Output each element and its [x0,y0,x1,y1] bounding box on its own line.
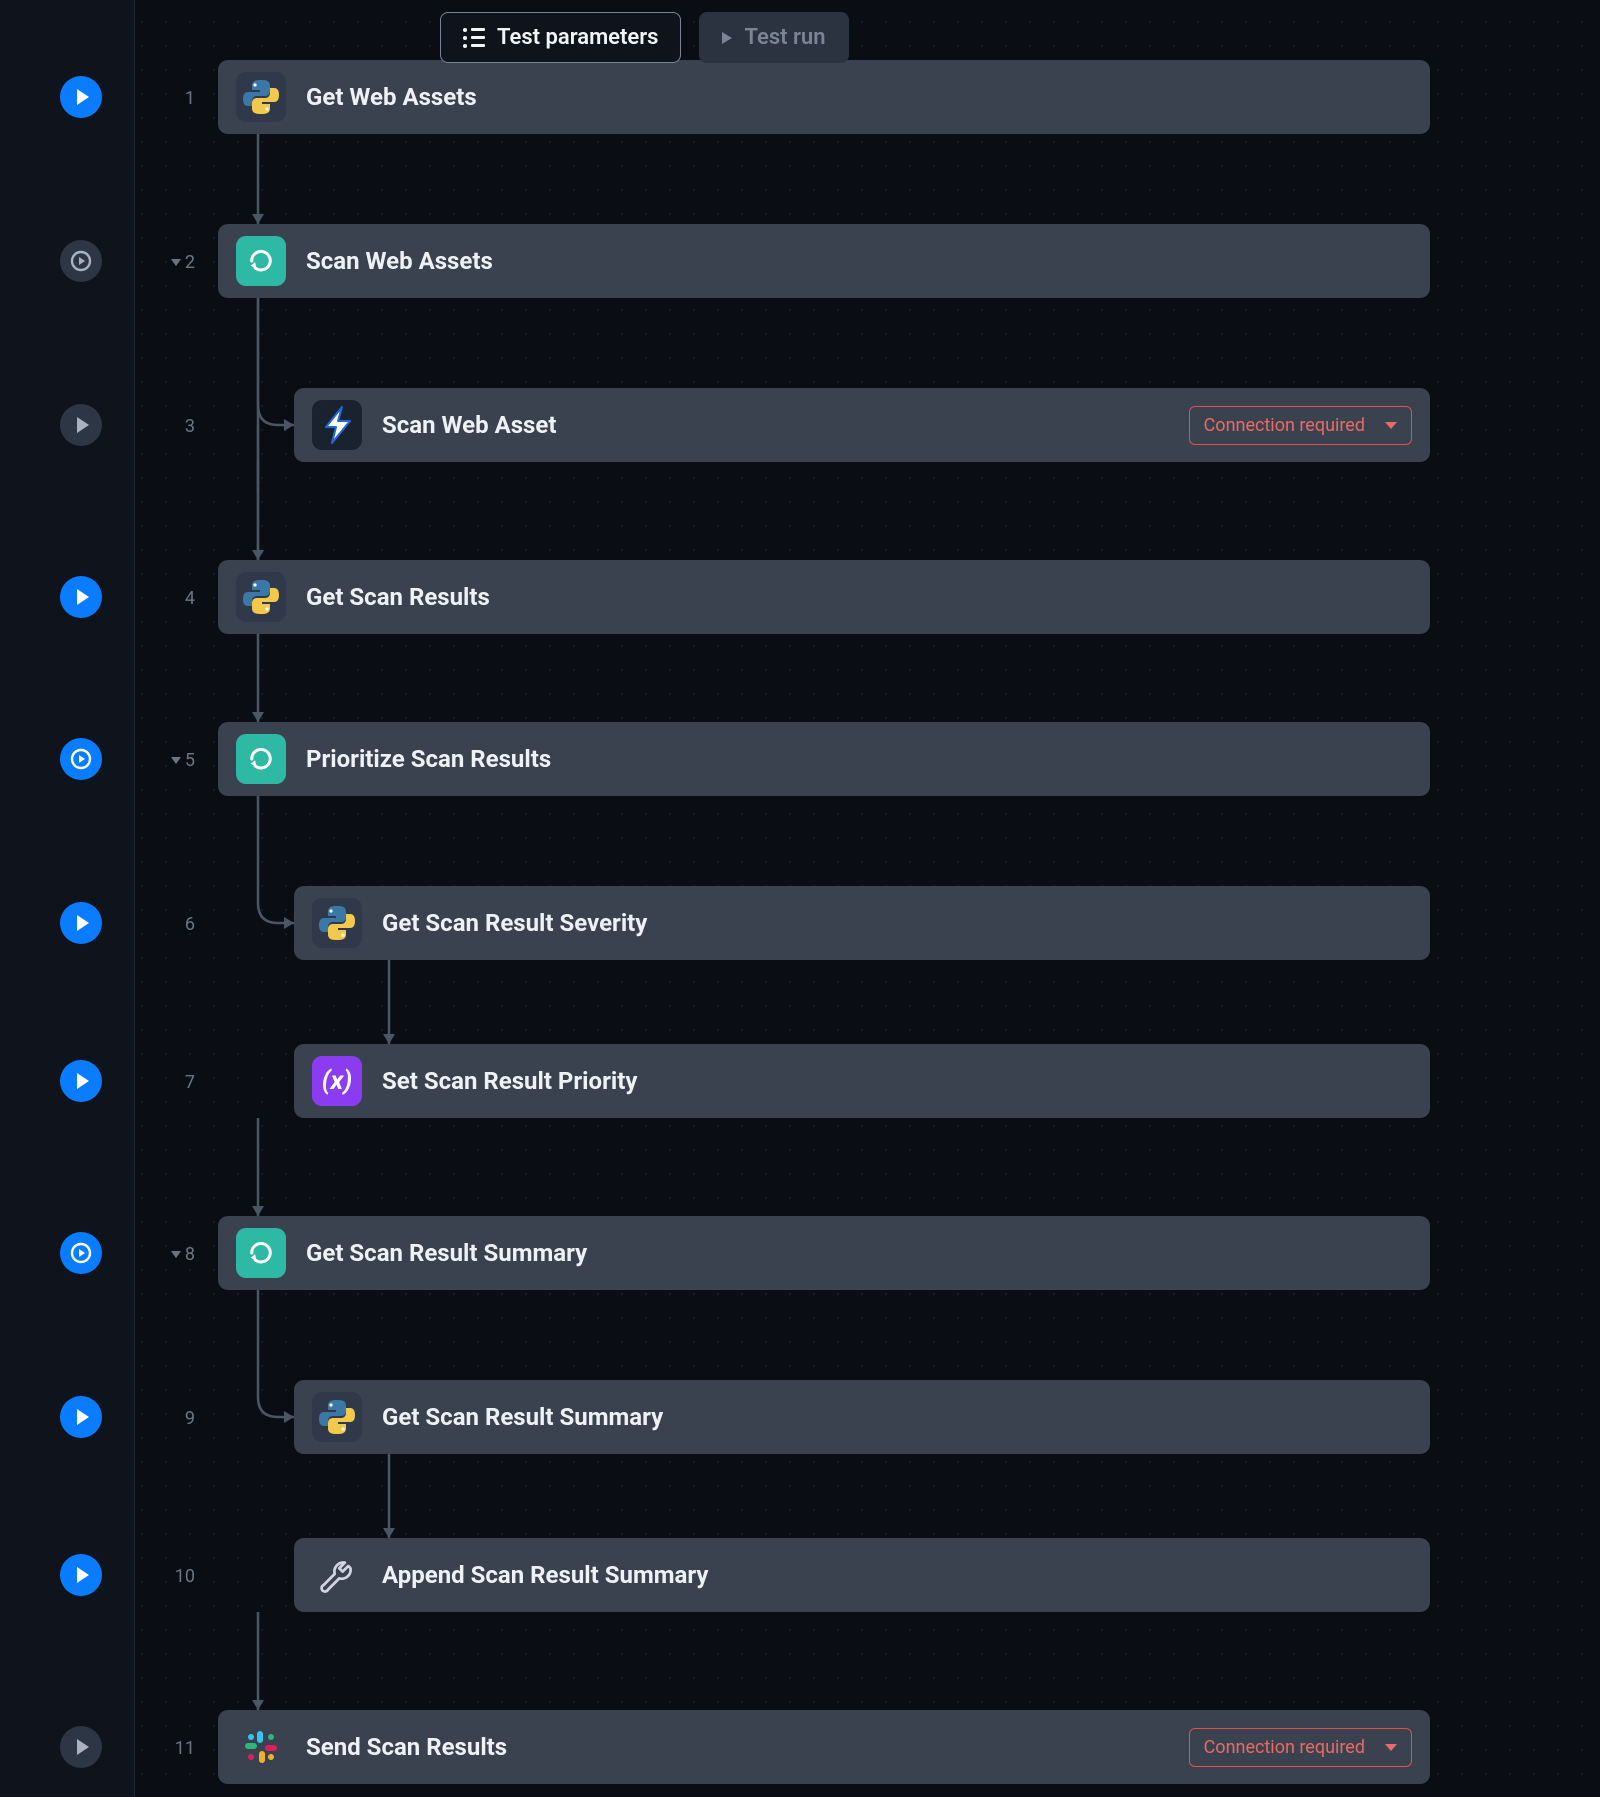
chevron-down-icon [1385,422,1397,429]
step-number: 7 [155,1072,195,1093]
chevron-down-icon [1385,1744,1397,1751]
workflow-step[interactable]: Get Scan Results [218,560,1430,634]
test-run-label: Test run [744,25,825,50]
run-step-button[interactable] [60,76,102,118]
collapse-caret-icon [171,1251,181,1258]
test-parameters-button[interactable]: Test parameters [440,12,681,63]
loop-icon [236,1228,286,1278]
run-loop-button[interactable] [60,240,102,282]
python-icon [312,898,362,948]
run-step-button[interactable] [60,1726,102,1768]
step-title: Prioritize Scan Results [306,745,1412,773]
workflow-step[interactable]: Get Scan Result Severity [294,886,1430,960]
step-title: Get Scan Result Summary [306,1239,1412,1267]
connection-required-badge[interactable]: Connection required [1189,406,1412,445]
workflow-step[interactable]: (x) Set Scan Result Priority [294,1044,1430,1118]
play-icon [77,89,89,105]
play-icon [77,589,89,605]
step-title: Scan Web Asset [382,411,1169,439]
toolbar: Test parameters Test run [440,12,849,63]
step-title: Get Web Assets [306,83,1412,111]
workflow-step[interactable]: Get Scan Result Summary [218,1216,1430,1290]
slack-icon [236,1722,286,1772]
step-number: 4 [155,588,195,609]
run-step-button[interactable] [60,1396,102,1438]
variable-icon: (x) [312,1056,362,1106]
workflow-step[interactable]: Scan Web Asset Connection required [294,388,1430,462]
play-icon [77,915,89,931]
collapse-caret-icon [171,259,181,266]
play-icon [77,1073,89,1089]
run-loop-button[interactable] [60,738,102,780]
test-run-button[interactable]: Test run [699,12,848,63]
loop-play-icon [68,746,94,772]
loop-play-icon [68,248,94,274]
connection-required-badge[interactable]: Connection required [1189,1728,1412,1767]
run-step-button[interactable] [60,404,102,446]
play-icon [77,417,89,433]
run-step-button[interactable] [60,1554,102,1596]
step-number: 9 [155,1408,195,1429]
run-step-button[interactable] [60,902,102,944]
lightning-icon [312,400,362,450]
step-title: Get Scan Results [306,583,1412,611]
loop-play-icon [68,1240,94,1266]
step-title: Append Scan Result Summary [382,1561,1412,1589]
workflow-step[interactable]: Append Scan Result Summary [294,1538,1430,1612]
step-number: 3 [155,416,195,437]
step-title: Get Scan Result Summary [382,1403,1412,1431]
workflow-step[interactable]: Send Scan Results Connection required [218,1710,1430,1784]
step-title: Get Scan Result Severity [382,909,1412,937]
run-loop-button[interactable] [60,1232,102,1274]
test-parameters-label: Test parameters [497,25,658,50]
step-number: 11 [155,1738,195,1759]
play-icon [77,1567,89,1583]
workflow-step[interactable]: Get Scan Result Summary [294,1380,1430,1454]
run-step-button[interactable] [60,1060,102,1102]
step-title: Set Scan Result Priority [382,1067,1412,1095]
workflow-step[interactable]: Get Web Assets [218,60,1430,134]
step-number[interactable]: 2 [155,252,195,273]
step-number: 10 [155,1566,195,1587]
run-step-button[interactable] [60,576,102,618]
loop-icon [236,734,286,784]
workflow-step[interactable]: Prioritize Scan Results [218,722,1430,796]
step-number: 1 [155,88,195,109]
step-title: Send Scan Results [306,1733,1169,1761]
step-title: Scan Web Assets [306,247,1412,275]
python-icon [236,572,286,622]
step-number[interactable]: 5 [155,750,195,771]
python-icon [312,1392,362,1442]
wrench-icon [312,1550,362,1600]
list-icon [463,28,485,48]
workflow-step[interactable]: Scan Web Assets [218,224,1430,298]
play-icon [722,32,732,44]
play-icon [77,1409,89,1425]
python-icon [236,72,286,122]
step-number[interactable]: 8 [155,1244,195,1265]
loop-icon [236,236,286,286]
collapse-caret-icon [171,757,181,764]
play-icon [77,1739,89,1755]
step-number: 6 [155,914,195,935]
